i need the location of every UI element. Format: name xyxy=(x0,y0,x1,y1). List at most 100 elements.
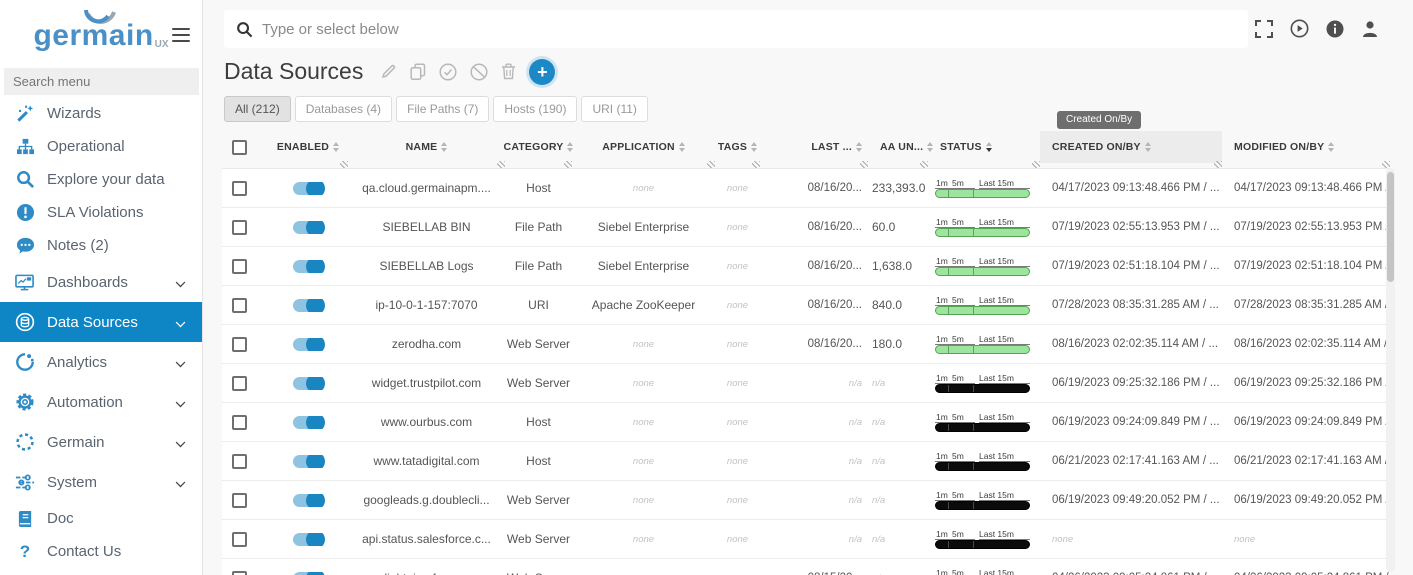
column-header-aa-un[interactable]: AA UN... xyxy=(868,131,928,163)
status-sparkline[interactable]: 1m5mLast 15m xyxy=(935,334,1030,354)
sidebar-item-notes-2[interactable]: Notes (2) xyxy=(0,229,202,262)
edit-icon[interactable] xyxy=(380,63,397,80)
row-checkbox[interactable] xyxy=(232,220,247,235)
tab-all-212[interactable]: All (212) xyxy=(224,96,291,122)
ban-icon[interactable] xyxy=(470,63,488,81)
table-row[interactable]: www.ourbus.com Host none none n/a n/a 1m… xyxy=(222,403,1390,442)
table-row[interactable]: api.status.salesforce.c... Web Server no… xyxy=(222,520,1390,559)
trash-icon[interactable] xyxy=(501,63,516,80)
sort-icon[interactable] xyxy=(856,142,862,152)
column-header-application[interactable]: APPLICATION xyxy=(572,131,715,163)
sidebar-item-explore-your-data[interactable]: Explore your data xyxy=(0,163,202,196)
enabled-toggle[interactable] xyxy=(293,299,323,312)
vertical-scrollbar[interactable] xyxy=(1386,168,1395,572)
play-icon[interactable] xyxy=(1290,19,1309,38)
enabled-toggle[interactable] xyxy=(293,221,323,234)
check-circle-icon[interactable] xyxy=(439,63,457,81)
table-row[interactable]: ip-10-0-1-157:7070 URI Apache ZooKeeper … xyxy=(222,286,1390,325)
status-sparkline[interactable]: 1m5mLast 15m xyxy=(935,295,1030,315)
enabled-toggle[interactable] xyxy=(293,455,323,468)
table-row[interactable]: ...lightning.force.c... Web Server none … xyxy=(222,559,1390,575)
sidebar-item-contact-us[interactable]: ? Contact Us xyxy=(0,535,202,568)
table-row[interactable]: googleads.g.doublecli... Web Server none… xyxy=(222,481,1390,520)
table-row[interactable]: zerodha.com Web Server none none 08/16/2… xyxy=(222,325,1390,364)
status-sparkline[interactable]: 1m5mLast 15m xyxy=(935,529,1030,549)
column-header-tags[interactable]: TAGS xyxy=(715,131,760,163)
enabled-toggle[interactable] xyxy=(293,260,323,273)
status-sparkline[interactable]: 1m5mLast 15m xyxy=(935,412,1030,432)
row-checkbox[interactable] xyxy=(232,298,247,313)
scrollbar-thumb[interactable] xyxy=(1387,172,1394,282)
enabled-toggle[interactable] xyxy=(293,494,323,507)
status-sparkline[interactable]: 1m5mLast 15m xyxy=(935,451,1030,471)
sort-icon[interactable] xyxy=(1328,142,1334,152)
sidebar-item-operational[interactable]: Operational xyxy=(0,130,202,163)
hamburger-menu-icon[interactable] xyxy=(172,24,190,46)
sort-icon[interactable] xyxy=(441,142,447,152)
row-checkbox[interactable] xyxy=(232,376,247,391)
select-all-checkbox[interactable] xyxy=(232,140,247,155)
add-icon[interactable]: + xyxy=(529,59,555,85)
enabled-toggle[interactable] xyxy=(293,338,323,351)
tab-hosts-190[interactable]: Hosts (190) xyxy=(493,96,577,122)
enabled-toggle[interactable] xyxy=(293,182,323,195)
tab-uri-11[interactable]: URI (11) xyxy=(581,96,647,122)
sort-icon[interactable] xyxy=(679,142,685,152)
tab-file-paths-7[interactable]: File Paths (7) xyxy=(396,96,489,122)
row-checkbox[interactable] xyxy=(232,532,247,547)
enabled-toggle[interactable] xyxy=(293,377,323,390)
sidebar-item-system[interactable]: System xyxy=(0,462,202,502)
user-icon[interactable] xyxy=(1361,20,1379,38)
created-cell: 04/17/2023 09:13:48.466 PM / ... xyxy=(1040,182,1222,194)
table-row[interactable]: widget.trustpilot.com Web Server none no… xyxy=(222,364,1390,403)
row-checkbox[interactable] xyxy=(232,181,247,196)
sidebar-item-sla-violations[interactable]: SLA Violations xyxy=(0,196,202,229)
row-checkbox[interactable] xyxy=(232,415,247,430)
sidebar-item-analytics[interactable]: Analytics xyxy=(0,342,202,382)
tab-databases-4[interactable]: Databases (4) xyxy=(295,96,392,122)
status-sparkline[interactable]: 1m5mLast 15m xyxy=(935,256,1030,276)
column-header-category[interactable]: CATEGORY xyxy=(505,131,572,163)
column-header-enabled[interactable]: ENABLED xyxy=(268,131,348,163)
table-row[interactable]: www.tatadigital.com Host none none n/a n… xyxy=(222,442,1390,481)
status-sparkline[interactable]: 1m5mLast 15m xyxy=(935,217,1030,237)
sidebar-search-input[interactable] xyxy=(4,68,199,95)
fullscreen-icon[interactable] xyxy=(1255,20,1273,38)
enabled-toggle[interactable] xyxy=(293,416,323,429)
status-sparkline[interactable]: 1m5mLast 15m xyxy=(935,568,1030,575)
status-sparkline[interactable]: 1m5mLast 15m xyxy=(935,373,1030,393)
column-header-modified-on-by[interactable]: MODIFIED ON/BY xyxy=(1222,131,1390,163)
table-row[interactable]: SIEBELLAB BIN File Path Siebel Enterpris… xyxy=(222,208,1390,247)
search-input[interactable] xyxy=(262,21,1236,38)
enabled-toggle[interactable] xyxy=(293,533,323,546)
modified-cell: 07/28/2023 08:35:31.285 AM / ... xyxy=(1222,299,1390,311)
chevron-down-icon xyxy=(176,357,186,367)
sidebar-item-doc[interactable]: Doc xyxy=(0,502,202,535)
column-header-created-on-by[interactable]: CREATED ON/BY xyxy=(1040,131,1222,163)
row-checkbox[interactable] xyxy=(232,493,247,508)
sidebar-item-germain[interactable]: Germain xyxy=(0,422,202,462)
sort-icon[interactable] xyxy=(333,142,339,152)
column-header-name[interactable]: NAME xyxy=(348,131,505,163)
status-sparkline[interactable]: 1m5mLast 15m xyxy=(935,490,1030,510)
row-checkbox[interactable] xyxy=(232,337,247,352)
sidebar: germainUX Wizards Operational Explore yo… xyxy=(0,0,203,575)
sort-icon[interactable] xyxy=(751,142,757,152)
table-row[interactable]: qa.cloud.germainapm.... Host none none 0… xyxy=(222,169,1390,208)
column-header-last[interactable]: LAST ... xyxy=(760,131,868,163)
sidebar-item-automation[interactable]: Automation xyxy=(0,382,202,422)
sidebar-item-dashboards[interactable]: Dashboards xyxy=(0,262,202,302)
sidebar-item-wizards[interactable]: Wizards xyxy=(0,97,202,130)
sidebar-item-data-sources[interactable]: Data Sources xyxy=(0,302,202,342)
copy-icon[interactable] xyxy=(410,63,426,80)
row-checkbox[interactable] xyxy=(232,454,247,469)
column-header-status[interactable]: STATUS xyxy=(928,131,1040,163)
row-checkbox[interactable] xyxy=(232,571,247,575)
sort-icon[interactable] xyxy=(986,142,992,152)
enabled-toggle[interactable] xyxy=(293,572,323,575)
sort-icon[interactable] xyxy=(1145,142,1151,152)
table-row[interactable]: SIEBELLAB Logs File Path Siebel Enterpri… xyxy=(222,247,1390,286)
status-sparkline[interactable]: 1m5mLast 15m xyxy=(935,178,1030,198)
row-checkbox[interactable] xyxy=(232,259,247,274)
info-icon[interactable] xyxy=(1326,20,1344,38)
